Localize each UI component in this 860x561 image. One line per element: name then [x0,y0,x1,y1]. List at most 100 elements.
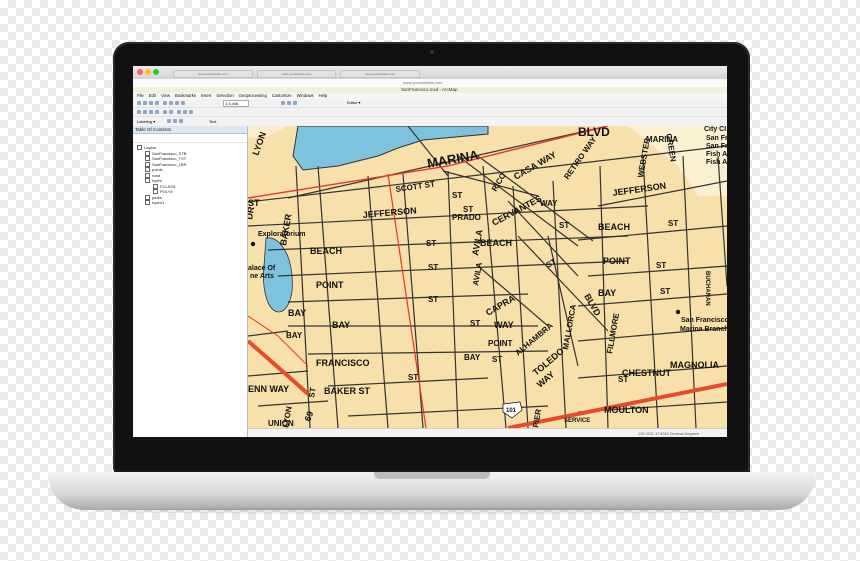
toc-layer-list: Layers SanFrancisco_STB SanFrancisco_TXT Sa… [133,145,247,206]
table-of-contents: Table Of Contents Layers SanFrancisco_STB… [133,126,248,437]
print-icon[interactable] [155,101,159,105]
layer-name: hydro1 [152,200,165,205]
screen: www.yourwebsite.com www.yourwebsite.com … [133,66,727,437]
camera-icon [430,50,434,54]
forward-icon[interactable] [169,110,173,114]
layer-name: FCLASS [160,183,176,189]
layer-checkbox[interactable] [145,156,150,162]
select-icon[interactable] [177,110,181,114]
close-button[interactable] [137,69,143,75]
coordinate-readout: -122.4331 37.8024 Decimal Degrees [636,432,699,436]
new-icon[interactable] [137,101,141,105]
map-label: San Fra [706,143,727,150]
map-label: BEACH [480,238,512,248]
map-view[interactable]: BLVD MARINA MARINA GREEN SCOTT ST CASA WAY RIC… [248,126,727,428]
browser-tab[interactable]: www.yourwebsite.com [256,70,337,78]
map-label: ST [428,295,438,304]
layer-name: SanFrancisco_LBR [152,161,187,167]
label-manager-icon[interactable] [167,119,171,123]
laptop-shadow [90,508,774,514]
save-icon[interactable] [149,101,153,105]
map-label: BAY [288,308,306,318]
label-weight-icon[interactable] [179,119,183,123]
minimize-button[interactable] [145,69,151,75]
editor-menu[interactable]: Editor ▾ [347,100,361,105]
map-label: BEACH [598,222,630,232]
label-priority-icon[interactable] [173,119,177,123]
layer-name: SanFrancisco_STB [152,150,187,156]
back-icon[interactable] [163,110,167,114]
map-label: MAGNOLIA [670,360,719,370]
standard-toolbar: 1:3,446 Editor ▾ [133,99,727,108]
toc-title: Table Of Contents [133,126,247,134]
map-label: BAKER ST [324,386,371,396]
scale-box[interactable]: 1:3,446 [223,100,250,107]
delete-icon[interactable] [181,101,185,105]
catalog-icon[interactable] [281,101,285,105]
laptop: www.yourwebsite.com www.yourwebsite.com … [0,0,860,561]
toolbox-icon[interactable] [293,101,297,105]
zoom-in-icon[interactable] [137,110,141,114]
zoom-button[interactable] [153,69,159,75]
paste-icon[interactable] [175,101,179,105]
font-name-box[interactable]: Text [209,119,216,124]
map-label: BAY [464,353,481,362]
map-label: ST [408,373,418,382]
window-title: SanFrancisco.mxd - ArcMap [401,87,458,92]
browser-tab[interactable]: www.yourwebsite.com [173,70,253,78]
map-label: BLVD [578,126,610,139]
copy-icon[interactable] [169,101,173,105]
labeling-menu[interactable]: Labeling ▾ [137,119,155,124]
map-label: 101 [506,408,517,414]
map-label: ST [428,263,438,272]
layer-name: Layers [144,145,157,150]
url-text: www.yourwebsite.com [403,80,443,85]
layer-name: POLY4 [160,189,173,194]
map-label: San Fra [706,135,727,142]
layer-name: points [152,167,163,172]
laptop-notch [374,472,490,479]
toc-view-buttons[interactable] [133,134,247,143]
map-label: ST [426,239,436,248]
pan-icon[interactable] [149,110,153,114]
tab-strip: www.yourwebsite.com www.yourwebsite.com … [173,70,421,78]
browser-tab[interactable]: www.yourwebsite.com [340,70,421,78]
map-label: BAY [598,288,616,298]
map-label: POINT [316,280,344,290]
map-label: PRADO [452,213,481,222]
toc-layer-item[interactable]: hydro1 [133,200,247,206]
street-map[interactable]: BLVDMARINAMARINAGREENSCOTT STCASA WAYRIC… [248,126,727,428]
layer-name: parks [152,194,162,200]
browser-chrome: www.yourwebsite.com www.yourwebsite.com … [133,66,727,80]
cut-icon[interactable] [163,101,167,105]
map-label: BAY [286,331,303,340]
layer-name: road [152,172,161,178]
identify-icon[interactable] [183,110,187,114]
map-label: ST [559,221,569,230]
layer-checkbox[interactable] [145,200,150,206]
map-label: Marina Branch [680,326,727,333]
layer-name: hydro [152,178,163,183]
zoom-out-icon[interactable] [143,110,147,114]
map-label: POINT [488,339,513,348]
map-label: ST [492,355,502,364]
search-icon[interactable] [287,101,291,105]
map-label: BAY [332,320,350,330]
full-extent-icon[interactable] [155,110,159,114]
measure-icon[interactable] [189,110,193,114]
map-label: SERVICE [564,418,590,424]
open-icon[interactable] [143,101,147,105]
layer-checkbox[interactable] [137,145,142,151]
map-label: City Cl [704,126,726,133]
map-label: WAY [494,320,514,330]
map-label: Exploratorium [258,231,305,238]
map-label: Fish Ar [706,159,727,166]
map-label: Fish Ar [706,151,727,158]
map-label: POINT [603,256,631,266]
layer-checkbox[interactable] [145,167,150,173]
status-bar: -122.4331 37.8024 Decimal Degrees [248,428,727,437]
map-label: BUCHANAN [704,271,710,306]
map-label: alace Of [248,265,276,272]
map-label: ST [660,287,670,296]
layer-checkbox[interactable] [145,178,150,184]
